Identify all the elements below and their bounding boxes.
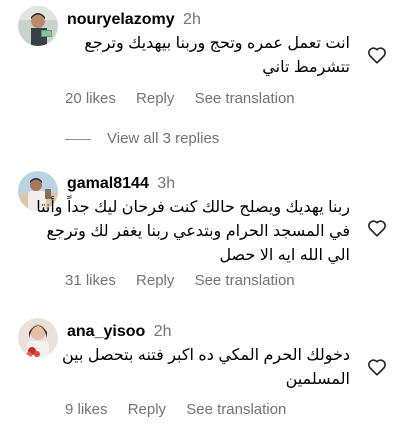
- avatar-photo: [18, 318, 58, 358]
- comment-header: gamal8144 3h: [67, 174, 175, 194]
- avatar[interactable]: [18, 318, 58, 358]
- replies-divider-line: [65, 138, 91, 140]
- likes-count[interactable]: 20 likes: [65, 90, 116, 107]
- comment-header: ana_yisoo 2h: [67, 322, 172, 342]
- heart-outline-icon[interactable]: [366, 217, 388, 239]
- reply-button[interactable]: Reply: [128, 401, 166, 418]
- timestamp[interactable]: 3h: [157, 175, 175, 192]
- comment-line: الي الله ايه الا حصل: [219, 247, 350, 264]
- comment-actions: 20 likes Reply See translation: [65, 89, 295, 109]
- comment-line: ربنا يهديك ويصلح حالك كنت فرحان ليك جداً…: [36, 199, 350, 216]
- heart-outline-icon[interactable]: [366, 44, 388, 66]
- comment-actions: 9 likes Reply See translation: [65, 400, 286, 420]
- comment-actions: 31 likes Reply See translation: [65, 271, 295, 291]
- timestamp[interactable]: 2h: [183, 11, 201, 28]
- username[interactable]: ana_yisoo: [67, 323, 145, 340]
- comment: gamal8144 3h ربنا يهديك ويصلح حالك كنت ف…: [0, 165, 400, 305]
- comment-line: انت تعمل عمره وتحج وربنا بيهديك وترجع: [84, 35, 350, 52]
- likes-count[interactable]: 31 likes: [65, 272, 116, 289]
- comment-line: المسلمين: [285, 371, 350, 388]
- comment-header: nouryelazomy 2h: [67, 10, 201, 30]
- likes-count[interactable]: 9 likes: [65, 401, 108, 418]
- timestamp[interactable]: 2h: [154, 323, 172, 340]
- avatar[interactable]: [18, 6, 58, 46]
- username[interactable]: nouryelazomy: [67, 11, 175, 28]
- comment-line: تتشرمط تاني: [262, 59, 350, 76]
- comment: ana_yisoo 2h دخولك الحرم المكي ده اكبر ف…: [0, 312, 400, 425]
- view-replies-button[interactable]: View all 3 replies: [65, 129, 219, 149]
- heart-outline-icon[interactable]: [366, 356, 388, 378]
- see-translation-button[interactable]: See translation: [195, 90, 295, 107]
- comment-line: دخولك الحرم المكي ده اكبر فتنه بتحصل بين: [61, 347, 350, 364]
- reply-button[interactable]: Reply: [136, 272, 174, 289]
- comment: nouryelazomy 2h انت تعمل عمره وتحج وربنا…: [0, 0, 400, 150]
- reply-button[interactable]: Reply: [136, 90, 174, 107]
- comment-text: دخولك الحرم المكي ده اكبر فتنه بتحصل بين…: [62, 344, 350, 392]
- see-translation-button[interactable]: See translation: [195, 272, 295, 289]
- avatar-photo: [18, 6, 58, 46]
- see-translation-button[interactable]: See translation: [186, 401, 286, 418]
- comment-text: انت تعمل عمره وتحج وربنا بيهديك وترجع تت…: [84, 32, 350, 80]
- view-replies-label: View all 3 replies: [107, 130, 220, 147]
- comment-line: في المسجد الحرام وبتدعي ربنا يغفر لك وتر…: [46, 223, 350, 240]
- comment-text: ربنا يهديك ويصلح حالك كنت فرحان ليك جداً…: [36, 196, 350, 268]
- username[interactable]: gamal8144: [67, 175, 149, 192]
